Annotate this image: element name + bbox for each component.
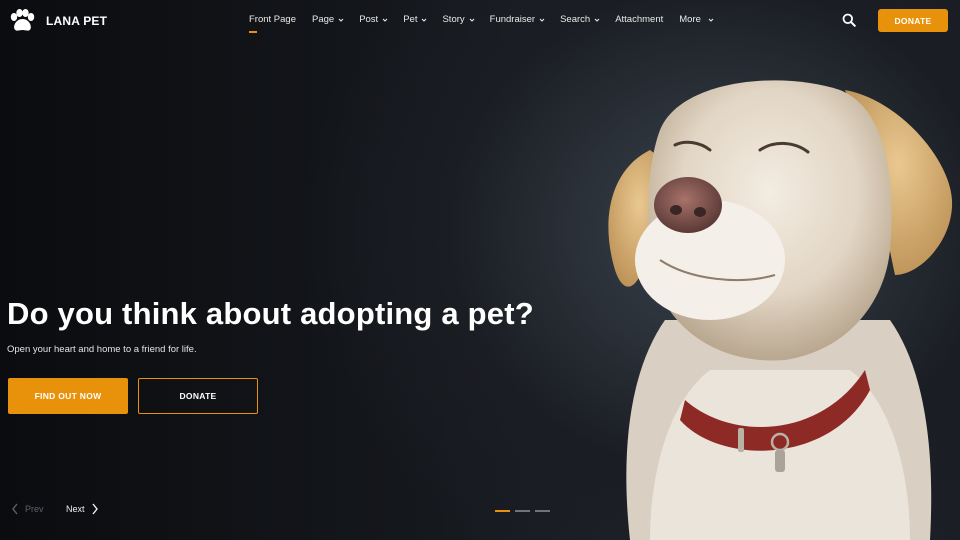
nav-item-search[interactable]: Search bbox=[560, 14, 600, 25]
nav-item-label: Search bbox=[560, 14, 591, 25]
nav-item-fundraiser[interactable]: Fundraiser bbox=[490, 14, 545, 25]
brand-name: LANA PET bbox=[46, 14, 108, 28]
chevron-down-icon bbox=[382, 18, 388, 22]
nav-item-label: Pet bbox=[403, 14, 418, 25]
chevron-right-icon bbox=[91, 503, 98, 515]
nav-item-story[interactable]: Story bbox=[442, 14, 475, 25]
hero-slider: LANA PET Front Page Page Post Pet Story bbox=[0, 0, 960, 540]
slider-next-button[interactable]: Next bbox=[66, 503, 99, 515]
slider-dot[interactable] bbox=[495, 510, 510, 512]
nav-item-attachment[interactable]: Attachment bbox=[615, 14, 663, 25]
nav-item-label: Post bbox=[359, 14, 379, 25]
nav-item-label: Front Page bbox=[249, 14, 296, 25]
find-out-now-button[interactable]: FIND OUT NOW bbox=[8, 378, 128, 414]
nav-item-post[interactable]: Post bbox=[359, 14, 388, 25]
nav-item-label: Story bbox=[442, 14, 465, 25]
search-icon[interactable] bbox=[842, 13, 856, 27]
hero-donate-button[interactable]: DONATE bbox=[138, 378, 258, 414]
nav-item-front-page[interactable]: Front Page bbox=[249, 14, 296, 33]
nav-item-page[interactable]: Page bbox=[312, 14, 344, 25]
nav-item-label: More bbox=[679, 14, 701, 25]
chevron-down-icon bbox=[708, 18, 714, 22]
slider-dot[interactable] bbox=[515, 510, 530, 512]
nav-item-more[interactable]: More bbox=[679, 14, 714, 25]
paw-logo-icon bbox=[10, 9, 35, 31]
slider-dot[interactable] bbox=[535, 510, 550, 512]
site-header: LANA PET Front Page Page Post Pet Story bbox=[0, 0, 960, 42]
slider-prev-label: Prev bbox=[25, 504, 44, 514]
site-logo[interactable]: LANA PET bbox=[8, 8, 107, 34]
chevron-down-icon bbox=[469, 18, 475, 22]
slider-pagination bbox=[495, 510, 550, 512]
hero-headline: Do you think about adopting a pet? bbox=[7, 296, 534, 331]
nav-item-label: Fundraiser bbox=[489, 14, 536, 25]
chevron-down-icon bbox=[539, 18, 545, 22]
main-nav: Front Page Page Post Pet Story Fundraise… bbox=[249, 14, 714, 33]
nav-item-pet[interactable]: Pet bbox=[403, 14, 427, 25]
header-donate-button[interactable]: DONATE bbox=[878, 9, 948, 32]
nav-item-label: Page bbox=[312, 14, 335, 25]
slider-next-label: Next bbox=[66, 504, 85, 514]
chevron-down-icon bbox=[338, 18, 344, 22]
chevron-down-icon bbox=[422, 18, 427, 22]
chevron-left-icon bbox=[12, 503, 18, 515]
nav-item-label: Attachment bbox=[615, 14, 664, 25]
chevron-down-icon bbox=[594, 18, 600, 22]
slider-prev-button[interactable]: Prev bbox=[11, 503, 44, 515]
hero-dog-image bbox=[608, 80, 953, 540]
hero-subline: Open your heart and home to a friend for… bbox=[7, 344, 197, 355]
